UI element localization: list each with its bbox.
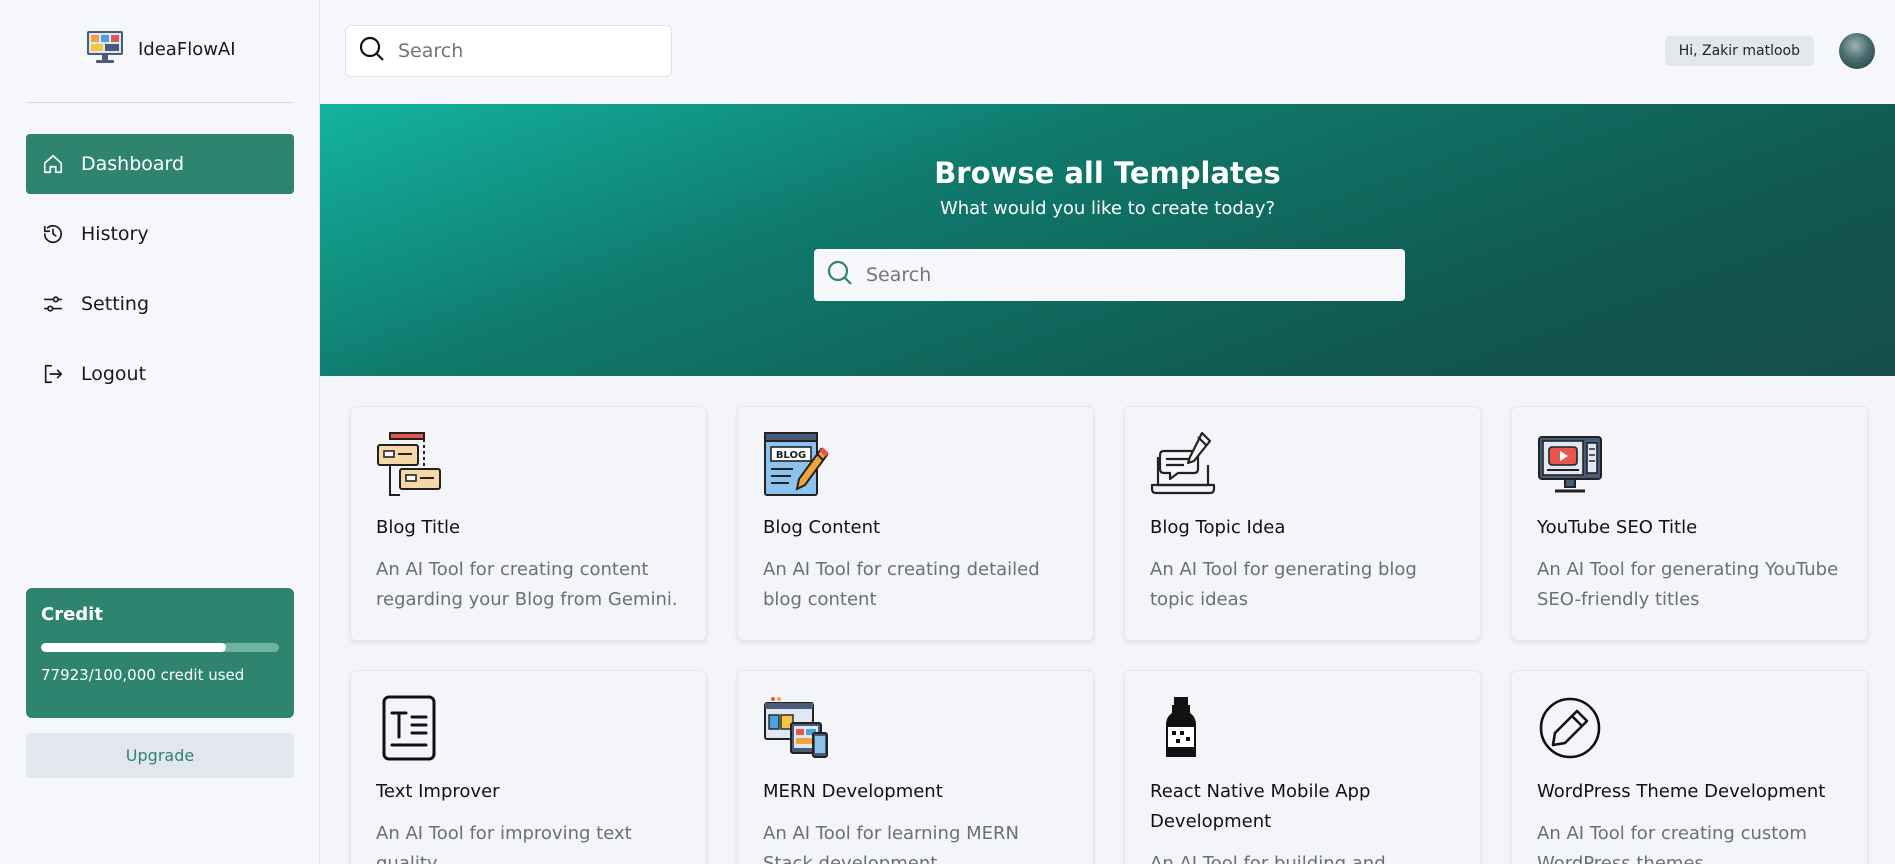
sidebar-item-label: History xyxy=(81,223,149,245)
credit-title: Credit xyxy=(41,604,103,625)
sidebar-item-setting[interactable]: Setting xyxy=(26,274,294,334)
template-card-mern-development[interactable]: MERN Development An AI Tool for learning… xyxy=(737,670,1094,864)
sidebar: IdeaFlowAI Dashboard History Setting Log… xyxy=(0,0,320,864)
template-description: An AI Tool for learning MERN Stack devel… xyxy=(763,823,1019,864)
page-title: Browse all Templates xyxy=(934,156,1281,190)
history-icon xyxy=(41,222,65,246)
template-card-youtube-seo-title[interactable]: YouTube SEO Title An AI Tool for generat… xyxy=(1511,406,1868,641)
sidebar-item-dashboard[interactable]: Dashboard xyxy=(26,134,294,194)
blog-content-icon: BLOG xyxy=(763,431,829,497)
credit-panel: Credit 77923/100,000 credit used xyxy=(26,588,294,718)
credit-progress-bar xyxy=(41,643,279,652)
template-card-blog-topic-idea[interactable]: Blog Topic Idea An AI Tool for generatin… xyxy=(1124,406,1481,641)
credit-usage-text: 77923/100,000 credit used xyxy=(41,666,245,684)
template-title: Blog Content xyxy=(763,517,881,538)
brand-name: IdeaFlowAI xyxy=(138,38,236,60)
upgrade-button[interactable]: Upgrade xyxy=(26,733,294,778)
template-title: Text Improver xyxy=(376,781,500,802)
template-title: React Native Mobile App Development xyxy=(1150,781,1371,832)
blog-title-icon xyxy=(376,431,442,497)
template-title: Blog Topic Idea xyxy=(1150,517,1286,538)
template-description: An AI Tool for improving text quality xyxy=(376,823,632,864)
logo-icon xyxy=(86,30,124,68)
settings-sliders-icon xyxy=(41,292,65,316)
page-subtitle: What would you like to create today? xyxy=(939,198,1276,219)
search-icon xyxy=(826,259,854,291)
template-description: An AI Tool for generating blog topic ide… xyxy=(1150,559,1417,610)
sidebar-item-logout[interactable]: Logout xyxy=(26,344,294,404)
header-search[interactable] xyxy=(345,25,672,77)
template-description: An AI Tool for generating YouTube SEO-fr… xyxy=(1537,559,1839,610)
brand[interactable]: IdeaFlowAI xyxy=(86,30,236,68)
template-card-blog-title[interactable]: Blog Title An AI Tool for creating conte… xyxy=(350,406,707,641)
sidebar-item-label: Setting xyxy=(81,293,150,315)
logout-icon xyxy=(41,362,65,386)
svg-text:BLOG: BLOG xyxy=(776,450,806,461)
template-title: MERN Development xyxy=(763,781,943,802)
template-search-input[interactable] xyxy=(866,264,1386,286)
sidebar-item-label: Logout xyxy=(81,363,147,385)
user-greeting: Hi, Zakir matloob xyxy=(1664,36,1814,66)
search-icon xyxy=(358,35,386,67)
template-card-text-improver[interactable]: Text Improver An AI Tool for improving t… xyxy=(350,670,707,864)
template-description: An AI Tool for creating custom WordPress… xyxy=(1537,823,1807,864)
youtube-icon xyxy=(1537,431,1603,497)
template-description: An AI Tool for building and xyxy=(1150,853,1386,864)
sidebar-item-history[interactable]: History xyxy=(26,204,294,264)
top-bar: Hi, Zakir matloob xyxy=(320,0,1895,104)
template-title: Blog Title xyxy=(376,517,461,538)
pencil-circle-icon xyxy=(1537,695,1603,761)
template-description: An AI Tool for creating content regardin… xyxy=(376,559,678,610)
sidebar-item-label: Dashboard xyxy=(81,153,185,175)
template-title: WordPress Theme Development xyxy=(1537,781,1826,802)
bottle-icon xyxy=(1150,695,1216,761)
header-search-input[interactable] xyxy=(398,40,658,62)
template-title: YouTube SEO Title xyxy=(1537,517,1698,538)
sidebar-nav: Dashboard History Setting Logout xyxy=(26,134,294,414)
template-card-react-native[interactable]: React Native Mobile App Development An A… xyxy=(1124,670,1481,864)
credit-progress-fill xyxy=(41,643,227,652)
avatar[interactable] xyxy=(1839,33,1875,69)
home-icon xyxy=(41,152,65,176)
template-card-wordpress-theme[interactable]: WordPress Theme Development An AI Tool f… xyxy=(1511,670,1868,864)
template-search[interactable] xyxy=(814,249,1405,301)
devices-icon xyxy=(763,695,829,761)
blog-topic-icon xyxy=(1150,431,1216,497)
template-card-blog-content[interactable]: BLOG Blog Content An AI Tool for creatin… xyxy=(737,406,1094,641)
text-icon xyxy=(376,695,442,761)
template-description: An AI Tool for creating detailed blog co… xyxy=(763,559,1040,610)
divider xyxy=(26,102,294,103)
hero-banner: Browse all Templates What would you like… xyxy=(320,104,1895,376)
